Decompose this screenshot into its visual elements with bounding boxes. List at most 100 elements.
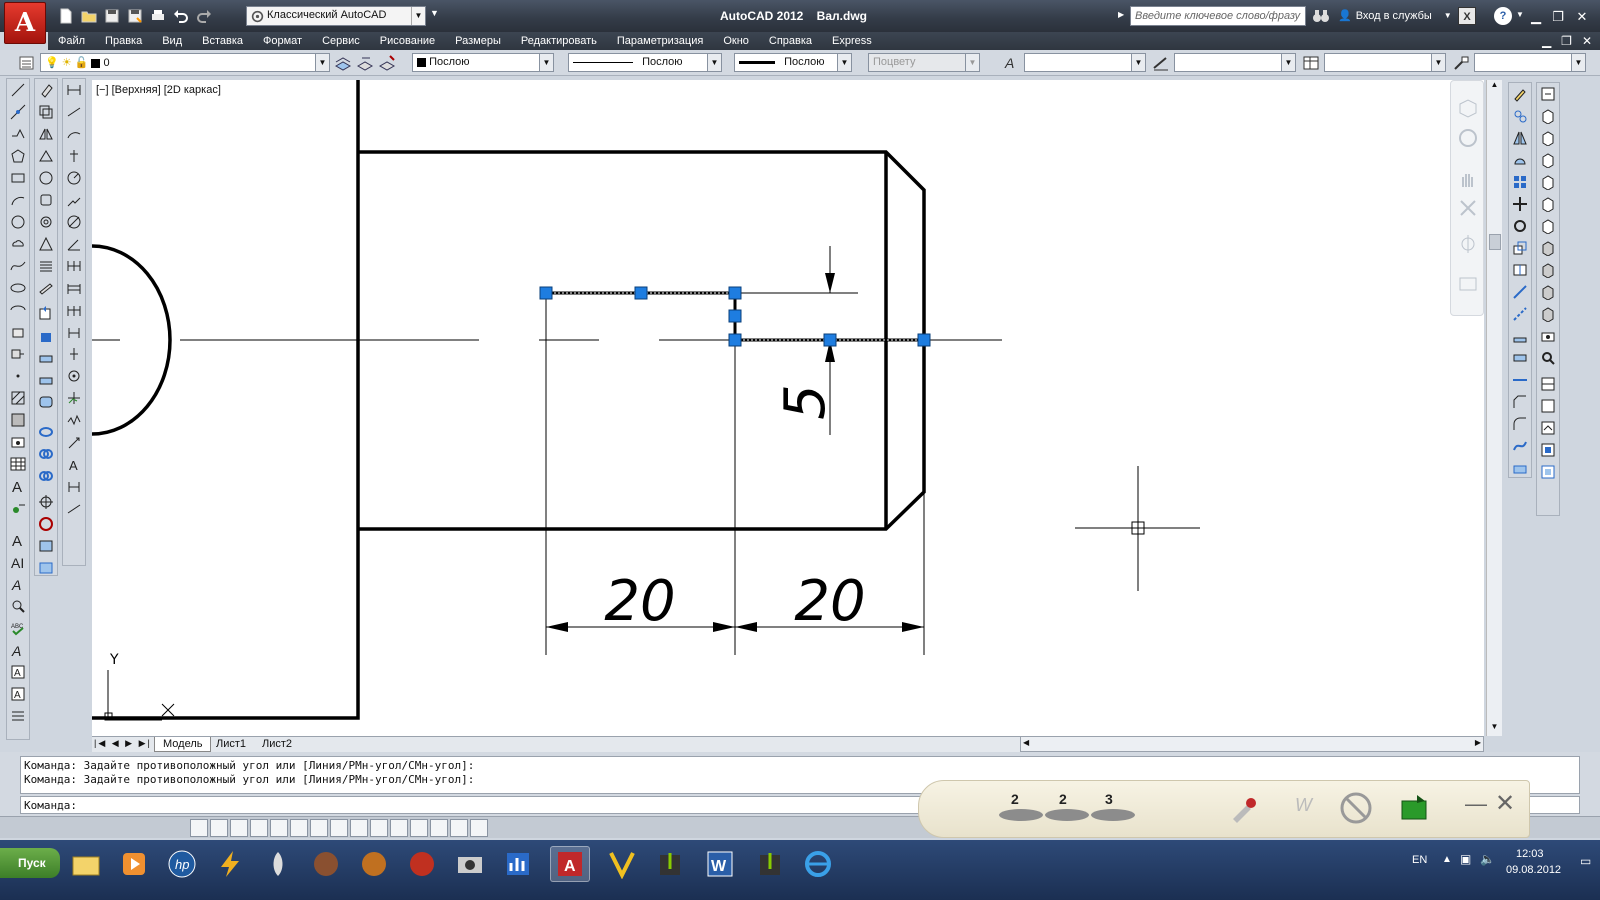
add-selected-icon[interactable] bbox=[7, 497, 29, 519]
back-view-icon[interactable] bbox=[1537, 215, 1559, 237]
workspace-dropdown[interactable]: Классический AutoCAD ▼ bbox=[246, 6, 426, 26]
diameter-dimension-icon[interactable] bbox=[63, 211, 85, 233]
menu-item-draw[interactable]: Рисование bbox=[380, 35, 435, 47]
horizontal-scrollbar[interactable]: ◀ ▶ bbox=[1020, 736, 1484, 752]
signin-button[interactable]: 👤 Вход в службы ▼ bbox=[1338, 9, 1452, 23]
menu-item-modify[interactable]: Редактировать bbox=[521, 35, 597, 47]
continue-dimension-icon[interactable] bbox=[63, 299, 85, 321]
widget-disk-3[interactable] bbox=[1091, 809, 1135, 821]
camera-icon[interactable] bbox=[1537, 325, 1559, 347]
viewport-controls-label[interactable]: [−] [Верхняя] [2D каркас] bbox=[96, 84, 221, 96]
clip-viewport-icon[interactable] bbox=[1537, 439, 1559, 461]
dynamic-ucs-icon[interactable] bbox=[350, 819, 368, 837]
search-input[interactable]: Введите ключевое слово/фразу bbox=[1130, 6, 1306, 26]
transparency-icon[interactable] bbox=[410, 819, 428, 837]
array-object-icon[interactable] bbox=[1509, 171, 1531, 193]
line-icon[interactable] bbox=[7, 79, 29, 101]
scroll-up-icon[interactable]: ▲ bbox=[1487, 80, 1502, 94]
tab-layout2[interactable]: Лист2 bbox=[254, 737, 300, 752]
menu-item-format[interactable]: Формат bbox=[263, 35, 302, 47]
dimension-text-3[interactable]: 5 bbox=[773, 384, 838, 420]
grid-display-icon[interactable] bbox=[230, 819, 248, 837]
menu-item-dimension[interactable]: Размеры bbox=[455, 35, 501, 47]
menu-item-edit[interactable]: Правка bbox=[105, 35, 142, 47]
grip[interactable] bbox=[917, 333, 931, 347]
hp-icon[interactable]: hp bbox=[162, 846, 202, 882]
linear-dimension-icon[interactable] bbox=[63, 79, 85, 101]
layer-properties-icon[interactable] bbox=[18, 54, 36, 72]
edit-polyline-icon[interactable] bbox=[35, 513, 57, 535]
multileader-style-dropdown[interactable]: ▼ bbox=[1474, 53, 1586, 72]
network-icon[interactable]: ▣ bbox=[1460, 852, 1471, 866]
layout-icon[interactable] bbox=[1537, 373, 1559, 395]
offset-object-icon[interactable] bbox=[1509, 149, 1531, 171]
trim-icon[interactable] bbox=[35, 277, 57, 299]
copy-object-icon[interactable] bbox=[1509, 105, 1531, 127]
snap-mode-icon[interactable] bbox=[210, 819, 228, 837]
scroll-down-icon[interactable]: ▼ bbox=[1487, 722, 1502, 736]
selection-cycling-icon[interactable] bbox=[450, 819, 468, 837]
fillet-icon[interactable] bbox=[35, 391, 57, 413]
point-icon[interactable] bbox=[7, 365, 29, 387]
color-dropdown[interactable]: Послою ▼ bbox=[412, 53, 554, 72]
sw-iso-view-icon[interactable] bbox=[1537, 237, 1559, 259]
make-current-layer-icon[interactable] bbox=[334, 54, 352, 72]
lineweight-display-icon[interactable] bbox=[390, 819, 408, 837]
single-line-text-icon[interactable]: AI bbox=[7, 551, 29, 573]
scroll-right-icon[interactable]: ▶ bbox=[1475, 738, 1481, 747]
rotate-icon[interactable] bbox=[35, 211, 57, 233]
vectorizer-icon[interactable] bbox=[602, 846, 642, 882]
grips[interactable] bbox=[539, 286, 931, 347]
dimension-text-2[interactable]: 20 bbox=[794, 569, 865, 634]
angular-dimension-icon[interactable] bbox=[63, 233, 85, 255]
internet-explorer-icon[interactable] bbox=[798, 846, 838, 882]
lineweight-dropdown[interactable]: Послою ▼ bbox=[734, 53, 852, 72]
quick-dimension-icon[interactable] bbox=[63, 255, 85, 277]
zoom-icon[interactable] bbox=[1457, 197, 1479, 219]
right-view-icon[interactable] bbox=[1537, 171, 1559, 193]
spell-check-icon[interactable]: ABC bbox=[7, 617, 29, 639]
dimension-edit-icon[interactable]: A bbox=[63, 453, 85, 475]
orbit-icon[interactable] bbox=[1457, 233, 1479, 255]
aligned-dimension-icon[interactable] bbox=[63, 101, 85, 123]
grip[interactable] bbox=[728, 333, 742, 347]
menu-item-window[interactable]: Окно bbox=[723, 35, 749, 47]
scale-object-icon[interactable] bbox=[1509, 237, 1531, 259]
break-object-icon[interactable] bbox=[1509, 347, 1531, 369]
gradient-icon[interactable] bbox=[7, 409, 29, 431]
close-icon[interactable]: ✕ bbox=[1574, 9, 1590, 25]
game-icon-2[interactable] bbox=[354, 846, 394, 882]
new-file-icon[interactable] bbox=[56, 6, 76, 26]
arc-icon[interactable] bbox=[7, 189, 29, 211]
array-icon[interactable] bbox=[35, 167, 57, 189]
chamfer-icon[interactable] bbox=[35, 369, 57, 391]
se-iso-view-icon[interactable] bbox=[1537, 259, 1559, 281]
plotstyle-dropdown[interactable]: Поцвету ▼ bbox=[868, 53, 980, 72]
search-expand-icon[interactable]: ▶ bbox=[1118, 10, 1124, 19]
grip[interactable] bbox=[823, 333, 837, 347]
chart-app-icon[interactable] bbox=[498, 846, 538, 882]
minimize-icon[interactable]: ▁ bbox=[1528, 9, 1544, 25]
close-widget-icon[interactable]: ✕ bbox=[1495, 789, 1515, 818]
dimension-update-icon[interactable] bbox=[63, 497, 85, 519]
break-icon[interactable] bbox=[35, 325, 57, 347]
menu-item-view[interactable]: Вид bbox=[162, 35, 182, 47]
scale-icon[interactable] bbox=[35, 233, 57, 255]
tab-layout1[interactable]: Лист1 bbox=[208, 737, 254, 752]
start-button[interactable]: Пуск bbox=[0, 848, 60, 878]
no-entry-icon[interactable] bbox=[1339, 791, 1373, 825]
redo-icon[interactable] bbox=[194, 6, 214, 26]
bottom-view-icon[interactable] bbox=[1537, 127, 1559, 149]
chevron-down-icon[interactable]: ▼ bbox=[1516, 10, 1524, 19]
mirror-object-icon[interactable] bbox=[1509, 127, 1531, 149]
copy-icon[interactable] bbox=[35, 101, 57, 123]
infer-constraints-icon[interactable] bbox=[190, 819, 208, 837]
help-icon[interactable]: ? bbox=[1494, 7, 1512, 25]
named-views-icon[interactable] bbox=[1537, 83, 1559, 105]
tab-model[interactable]: Модель bbox=[154, 737, 212, 752]
union-icon[interactable] bbox=[35, 443, 57, 465]
ellipse-arc-icon[interactable] bbox=[7, 299, 29, 321]
nw-iso-view-icon[interactable] bbox=[1537, 303, 1559, 325]
doc-minimize-icon[interactable]: ▁ bbox=[1542, 34, 1551, 48]
text-style-manager-icon[interactable]: A bbox=[7, 639, 29, 661]
